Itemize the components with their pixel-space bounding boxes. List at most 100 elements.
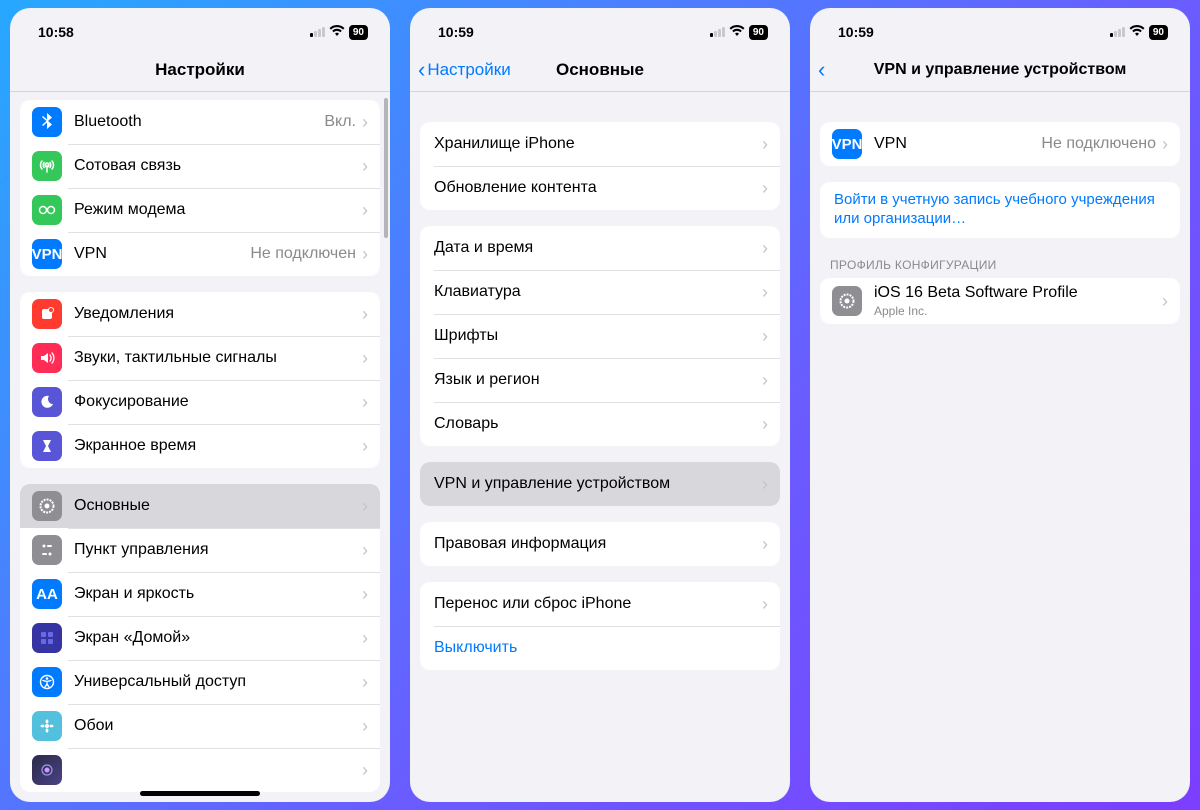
group-vpn-status: VPN VPN Не подключено › <box>820 122 1180 166</box>
row-datetime[interactable]: Дата и время› <box>420 226 780 270</box>
chevron-right-icon: › <box>762 594 768 615</box>
chevron-right-icon: › <box>362 348 368 369</box>
status-time: 10:59 <box>838 24 874 40</box>
group-notifications: Уведомления › Звуки, тактильные сигналы … <box>20 292 380 468</box>
row-label: VPN и управление устройством <box>434 475 762 493</box>
wifi-icon <box>329 25 345 40</box>
row-focus[interactable]: Фокусирование › <box>20 380 380 424</box>
status-time: 10:58 <box>38 24 74 40</box>
row-signin[interactable]: Войти в учетную запись учебного учрежден… <box>820 182 1180 238</box>
chevron-right-icon: › <box>762 474 768 495</box>
chevron-right-icon: › <box>762 134 768 155</box>
siri-icon <box>32 755 62 785</box>
row-label: Язык и регион <box>434 371 762 389</box>
profile-title: iOS 16 Beta Software Profile <box>874 284 1078 301</box>
row-notifications[interactable]: Уведомления › <box>20 292 380 336</box>
row-label: Правовая информация <box>434 535 762 553</box>
row-label: Перенос или сброс iPhone <box>434 595 762 613</box>
row-profile[interactable]: iOS 16 Beta Software Profile Apple Inc. … <box>820 278 1180 324</box>
row-wallpaper[interactable]: Обои › <box>20 704 380 748</box>
row-vpn[interactable]: VPN VPN Не подключен › <box>20 232 380 276</box>
row-control-center[interactable]: Пункт управления › <box>20 528 380 572</box>
content: Bluetooth Вкл. › Сотовая связь › Режим м… <box>10 92 390 802</box>
row-label: Фокусирование <box>74 393 362 411</box>
row-fonts[interactable]: Шрифты› <box>420 314 780 358</box>
row-label: Экранное время <box>74 437 362 455</box>
row-bluetooth[interactable]: Bluetooth Вкл. › <box>20 100 380 144</box>
row-background-refresh[interactable]: Обновление контента› <box>420 166 780 210</box>
row-value: Не подключен <box>250 245 356 263</box>
row-general[interactable]: Основные › <box>20 484 380 528</box>
row-vpn-management[interactable]: VPN и управление устройством› <box>420 462 780 506</box>
status-time: 10:59 <box>438 24 474 40</box>
row-value: Не подключено <box>1041 135 1156 153</box>
row-hotspot[interactable]: Режим модема › <box>20 188 380 232</box>
chevron-right-icon: › <box>762 326 768 347</box>
status-right: 90 <box>310 25 368 40</box>
row-label: Пункт управления <box>74 541 362 559</box>
chevron-right-icon: › <box>362 496 368 517</box>
display-icon: AA <box>32 579 62 609</box>
wifi-icon <box>729 25 745 40</box>
row-dictionary[interactable]: Словарь› <box>420 402 780 446</box>
chevron-right-icon: › <box>362 716 368 737</box>
row-keyboard[interactable]: Клавиатура› <box>420 270 780 314</box>
screentime-icon <box>32 431 62 461</box>
row-display[interactable]: AA Экран и яркость › <box>20 572 380 616</box>
row-label: Клавиатура <box>434 283 762 301</box>
chevron-right-icon: › <box>362 760 368 781</box>
focus-icon <box>32 387 62 417</box>
status-bar: 10:59 90 <box>410 8 790 48</box>
row-label: Дата и время <box>434 239 762 257</box>
group-legal: Правовая информация› <box>420 522 780 566</box>
chevron-right-icon: › <box>762 414 768 435</box>
row-transfer-reset[interactable]: Перенос или сброс iPhone› <box>420 582 780 626</box>
control-center-icon <box>32 535 62 565</box>
row-label: Сотовая связь <box>74 157 362 175</box>
chevron-right-icon: › <box>762 238 768 259</box>
back-button[interactable]: ‹ <box>818 48 827 91</box>
group-profile: iOS 16 Beta Software Profile Apple Inc. … <box>820 278 1180 324</box>
status-bar: 10:59 90 <box>810 8 1190 48</box>
back-button[interactable]: ‹ Настройки <box>418 48 511 91</box>
chevron-left-icon: ‹ <box>818 57 825 83</box>
nav-bar: Настройки <box>10 48 390 92</box>
row-shutdown[interactable]: Выключить <box>420 626 780 670</box>
row-siri[interactable]: › <box>20 748 380 792</box>
row-home-screen[interactable]: Экран «Домой» › <box>20 616 380 660</box>
cellular-signal-icon <box>310 27 325 37</box>
chevron-right-icon: › <box>362 628 368 649</box>
row-label: iOS 16 Beta Software Profile Apple Inc. <box>874 284 1162 318</box>
row-storage[interactable]: Хранилище iPhone› <box>420 122 780 166</box>
row-label: Bluetooth <box>74 113 324 131</box>
row-label: Универсальный доступ <box>74 673 362 691</box>
hotspot-icon <box>32 195 62 225</box>
battery-icon: 90 <box>1149 25 1168 40</box>
nav-title: VPN и управление устройством <box>874 61 1127 79</box>
row-label: Основные <box>74 497 362 515</box>
sounds-icon <box>32 343 62 373</box>
group-connectivity: Bluetooth Вкл. › Сотовая связь › Режим м… <box>20 100 380 276</box>
group-reset: Перенос или сброс iPhone› Выключить <box>420 582 780 670</box>
home-screen-icon <box>32 623 62 653</box>
group-vpn: VPN и управление устройством› <box>420 462 780 506</box>
row-label: Режим модема <box>74 201 362 219</box>
row-label: Экран и яркость <box>74 585 362 603</box>
back-label: Настройки <box>427 60 510 80</box>
antenna-icon <box>32 151 62 181</box>
chevron-right-icon: › <box>362 244 368 265</box>
battery-icon: 90 <box>349 25 368 40</box>
row-accessibility[interactable]: Универсальный доступ › <box>20 660 380 704</box>
row-vpn[interactable]: VPN VPN Не подключено › <box>820 122 1180 166</box>
row-label: Уведомления <box>74 305 362 323</box>
row-legal[interactable]: Правовая информация› <box>420 522 780 566</box>
wifi-icon <box>1129 25 1145 40</box>
row-value: Вкл. <box>324 113 356 131</box>
row-sounds[interactable]: Звуки, тактильные сигналы › <box>20 336 380 380</box>
row-language[interactable]: Язык и регион› <box>420 358 780 402</box>
row-cellular[interactable]: Сотовая связь › <box>20 144 380 188</box>
home-indicator[interactable] <box>140 791 260 796</box>
content: Хранилище iPhone› Обновление контента› Д… <box>410 92 790 802</box>
row-label: Войти в учетную запись учебного учрежден… <box>834 191 1168 229</box>
row-screentime[interactable]: Экранное время › <box>20 424 380 468</box>
